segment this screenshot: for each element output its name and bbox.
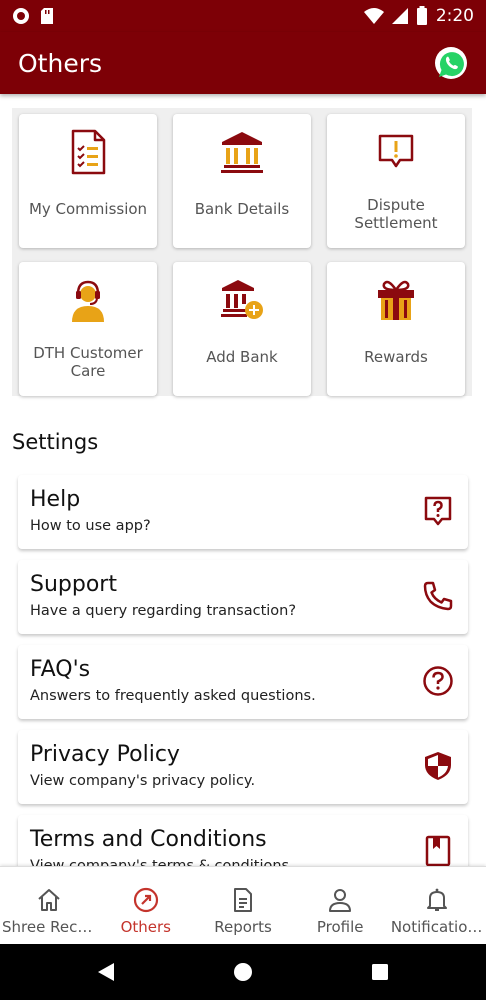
gift-icon	[378, 280, 414, 320]
recents-icon[interactable]	[371, 963, 389, 981]
record-icon	[13, 8, 29, 24]
home-icon	[37, 889, 60, 911]
tile-dth-customer-care[interactable]: DTH Customer Care	[19, 262, 157, 396]
tile-grid: My Commission Bank Details Dispute Settl…	[12, 108, 472, 396]
headset-agent-icon	[72, 280, 104, 322]
whatsapp-icon[interactable]	[434, 46, 468, 80]
tile-label: DTH Customer Care	[33, 344, 143, 380]
nav-item-notifications[interactable]: Notifications	[389, 867, 486, 944]
home-button-icon[interactable]	[233, 962, 253, 982]
back-icon[interactable]	[96, 962, 116, 982]
bookmark-book-icon	[425, 835, 451, 866]
tile-label: Dispute Settlement	[354, 196, 438, 232]
battery-icon	[416, 6, 427, 25]
app-bar: Others	[0, 32, 486, 94]
settings-item-title: Privacy Policy	[30, 742, 180, 767]
settings-item-faqs[interactable]: FAQ's Answers to frequently asked questi…	[18, 645, 468, 719]
question-circle-icon	[423, 666, 453, 696]
alert-message-icon	[378, 134, 414, 168]
nav-label: Profile	[316, 918, 364, 936]
shield-icon	[425, 752, 451, 780]
settings-item-terms-and-conditions[interactable]: Terms and Conditions View company's term…	[18, 815, 468, 866]
settings-item-title: Help	[30, 487, 81, 512]
settings-item-subtitle: Answers to frequently asked questions.	[30, 688, 316, 704]
settings-item-title: Support	[30, 572, 117, 597]
nav-item-profile[interactable]: Profile	[292, 867, 389, 944]
report-icon	[234, 888, 252, 912]
nav-label: Shree Rech...	[2, 918, 98, 936]
page-title: Others	[18, 48, 103, 78]
signal-icon	[391, 8, 408, 24]
nav-item-home[interactable]: Shree Rech...	[0, 867, 97, 944]
settings-item-subtitle: View company's terms & conditions.	[30, 858, 294, 866]
settings-item-subtitle: View company's privacy policy.	[30, 773, 256, 789]
status-bar: 2:20	[0, 0, 486, 32]
tile-dispute-settlement[interactable]: Dispute Settlement	[327, 114, 465, 248]
tile-add-bank[interactable]: Add Bank	[173, 262, 311, 396]
settings-item-privacy-policy[interactable]: Privacy Policy View company's privacy po…	[18, 730, 468, 804]
nav-item-others[interactable]: Others	[97, 867, 194, 944]
phone-icon	[423, 581, 453, 611]
nav-label: Notifications	[390, 918, 485, 936]
status-time: 2:20	[435, 6, 474, 26]
help-box-icon	[424, 496, 452, 526]
wifi-icon	[363, 8, 384, 24]
content-area[interactable]: My Commission Bank Details Dispute Settl…	[0, 94, 486, 866]
tile-label: Rewards	[364, 348, 428, 366]
bank-add-icon	[221, 280, 263, 319]
tile-label: Bank Details	[194, 200, 290, 218]
nav-item-reports[interactable]: Reports	[194, 867, 291, 944]
settings-item-subtitle: How to use app?	[30, 518, 151, 534]
tile-label: My Commission	[28, 200, 148, 218]
person-icon	[329, 889, 352, 912]
nav-label: Reports	[214, 918, 272, 936]
settings-item-support[interactable]: Support Have a query regarding transacti…	[18, 560, 468, 634]
tile-label: Add Bank	[206, 348, 278, 366]
compass-icon	[133, 887, 158, 913]
settings-item-subtitle: Have a query regarding transaction?	[30, 603, 297, 619]
settings-heading: Settings	[12, 430, 99, 454]
settings-item-title: FAQ's	[30, 657, 91, 682]
sd-card-icon	[41, 8, 53, 24]
nav-label: Others	[120, 918, 171, 936]
bottom-nav: Shree Rech... Others Reports Profile Not…	[0, 866, 486, 944]
system-nav-bar	[0, 944, 486, 1000]
tile-bank-details[interactable]: Bank Details	[173, 114, 311, 248]
bell-icon	[427, 888, 448, 911]
tile-rewards[interactable]: Rewards	[327, 262, 465, 396]
document-checklist-icon	[71, 129, 106, 175]
settings-item-title: Terms and Conditions	[30, 827, 267, 852]
bank-icon	[221, 132, 263, 173]
settings-item-help[interactable]: Help How to use app?	[18, 475, 468, 549]
tile-my-commission[interactable]: My Commission	[19, 114, 157, 248]
